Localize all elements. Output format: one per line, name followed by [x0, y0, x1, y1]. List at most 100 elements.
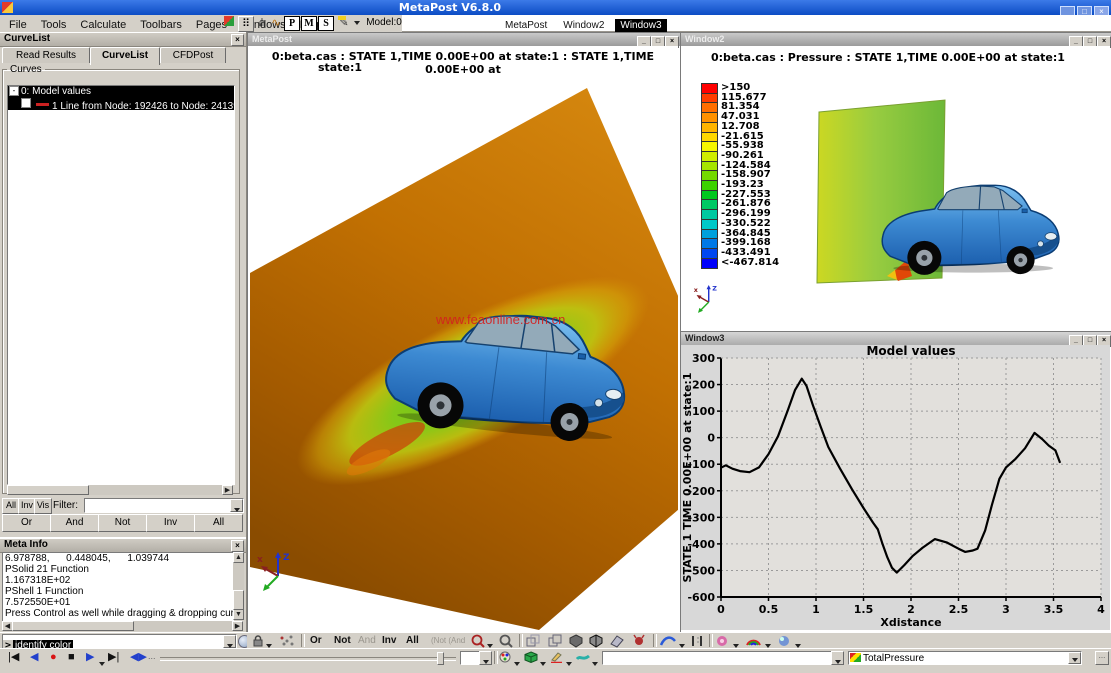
filter-vis-button[interactable]: Vis: [34, 498, 52, 514]
dropdown-arrow-icon[interactable]: [1068, 652, 1081, 664]
dropdown-arrow-icon[interactable]: [223, 635, 236, 648]
model-selector[interactable]: Model:0: [364, 16, 404, 30]
logic-and-button[interactable]: And: [50, 514, 99, 532]
selection-toolbar: OrNotAndInvAll (Not (And: [247, 632, 1111, 649]
spreadsheet-S-button[interactable]: S: [318, 16, 334, 31]
tree-hscrollbar[interactable]: ▶: [7, 485, 233, 495]
eraser-wave-icon[interactable]: [576, 651, 590, 663]
logic-or-button[interactable]: Or: [2, 514, 51, 532]
view-cube-wire-icon[interactable]: [525, 634, 541, 648]
stop-icon[interactable]: ■: [68, 650, 75, 664]
dropdown-arrow-icon[interactable]: [831, 651, 844, 665]
logic-not-button[interactable]: Not: [98, 514, 147, 532]
zoom-reset-icon[interactable]: [499, 634, 513, 648]
metainfo-vscrollbar[interactable]: ▲ ▼: [233, 552, 244, 620]
annotate-pen-icon[interactable]: ✎: [336, 16, 352, 30]
model-M-button[interactable]: M: [301, 16, 317, 31]
view-cube-hidden-icon[interactable]: [547, 634, 563, 648]
tab-curvelist[interactable]: CurveList: [90, 47, 160, 65]
window-tab-window2[interactable]: Window2: [558, 19, 609, 32]
spectrum-icon[interactable]: [745, 634, 762, 648]
curvelist-panel-title: CurveList: [4, 33, 50, 44]
dots-grid-icon[interactable]: ⠿: [238, 16, 254, 32]
metapost-viewport[interactable]: 0:beta.cas : STATE 1,TIME 0.00E+00 at st…: [248, 46, 678, 630]
step-icon[interactable]: ◀▶: [130, 650, 147, 664]
window2-viewport[interactable]: 0:beta.cas : Pressure : STATE 1,TIME 0.0…: [681, 46, 1110, 330]
iso-surface-icon[interactable]: [777, 634, 792, 648]
tree-item-curve[interactable]: 1 Line from Node: 192426 to Node: 241399…: [8, 98, 234, 110]
animation-deer-icon[interactable]: [631, 634, 647, 648]
probe-fork-icon[interactable]: ⋔: [256, 16, 268, 30]
pick-and-button[interactable]: And: [355, 634, 379, 647]
play-reverse-icon[interactable]: ◀: [30, 650, 38, 664]
wave-dropdown-icon[interactable]: [592, 655, 598, 673]
tab-read-results[interactable]: Read Results: [2, 47, 90, 63]
logic-all-button[interactable]: All: [194, 514, 243, 532]
fringe-plot-icon[interactable]: [715, 634, 730, 648]
filter-input[interactable]: [84, 498, 244, 513]
annotate-pencil-icon[interactable]: [550, 651, 563, 663]
record-icon[interactable]: ●: [50, 650, 57, 664]
metainfo-title: Meta Info: [4, 539, 48, 550]
scroll-right-icon[interactable]: ▶: [232, 621, 243, 631]
skip-end-icon[interactable]: ▶|: [108, 650, 119, 664]
pencil-dropdown-icon[interactable]: [566, 655, 572, 673]
palette-dropdown-icon[interactable]: [514, 655, 520, 673]
model-cube-icon[interactable]: [524, 651, 538, 663]
color-palette-icon[interactable]: [499, 651, 512, 663]
annotate-dropdown-icon[interactable]: [353, 16, 361, 30]
pick-inv-button[interactable]: Inv: [379, 634, 399, 647]
lock-icon[interactable]: [252, 635, 264, 647]
dropdown-arrow-icon[interactable]: [479, 651, 492, 665]
shaded-edges-view-icon[interactable]: [589, 634, 603, 648]
window3-titlebar[interactable]: Window3 _□×: [681, 332, 1111, 345]
axis-options-icon[interactable]: [691, 634, 703, 648]
identify-points-icon[interactable]: [279, 635, 295, 647]
scroll-up-icon[interactable]: ▲: [233, 552, 244, 563]
window-tab-metapost[interactable]: MetaPost: [500, 19, 552, 32]
cube-dropdown-icon[interactable]: [540, 655, 546, 673]
cutting-plane-icon[interactable]: [609, 634, 625, 648]
window2-titlebar[interactable]: Window2 _□×: [681, 33, 1111, 46]
svg-text:Model values: Model values: [866, 345, 955, 358]
plot-P-button[interactable]: P: [284, 16, 300, 31]
logic-inv-button[interactable]: Inv: [146, 514, 195, 532]
result-selector[interactable]: TotalPressure: [848, 651, 1082, 665]
metainfo-hscrollbar[interactable]: ◀ ▶: [2, 621, 243, 631]
frame-slider-track[interactable]: [160, 657, 456, 661]
pick-or-button[interactable]: Or: [307, 634, 325, 647]
scrollbar-thumb[interactable]: [7, 485, 89, 495]
tab-cfdpost[interactable]: CFDPost: [160, 47, 226, 63]
scroll-right-icon[interactable]: ▶: [222, 485, 233, 495]
menu-calculate[interactable]: Calculate: [73, 17, 133, 33]
curve-tool-icon[interactable]: [659, 634, 677, 648]
menu-tools[interactable]: Tools: [34, 17, 74, 33]
menu-toolbars[interactable]: Toolbars: [133, 17, 189, 33]
skip-start-icon[interactable]: |◀: [8, 650, 19, 664]
zoom-area-icon[interactable]: [471, 634, 485, 648]
close-icon[interactable]: ×: [231, 34, 244, 46]
status-text-field[interactable]: [602, 651, 832, 665]
frame-slider-handle[interactable]: [437, 652, 444, 665]
dropdown-arrow-icon[interactable]: [230, 499, 243, 512]
play-dropdown-icon[interactable]: [99, 655, 105, 673]
play-icon[interactable]: ▶: [86, 650, 94, 664]
frame-number-input[interactable]: [460, 651, 480, 665]
menu-file[interactable]: File: [2, 17, 34, 33]
pick-not-button[interactable]: Not: [331, 634, 354, 647]
chart-area[interactable]: 00.511.522.533.543002001000-100-200-300-…: [681, 345, 1110, 630]
window-tab-window3[interactable]: Window3: [615, 19, 666, 32]
scrollbar-thumb[interactable]: [233, 590, 244, 610]
more-options-button[interactable]: ...: [1095, 651, 1109, 665]
scrollbar-thumb[interactable]: [12, 621, 134, 631]
metapost-window-titlebar[interactable]: MetaPost _□×: [248, 33, 680, 46]
scroll-down-icon[interactable]: ▼: [233, 609, 244, 620]
command-input[interactable]: >identify color: [2, 634, 237, 649]
lasso-icon[interactable]: ∿: [270, 16, 282, 30]
tree-item-model-values[interactable]: -0: Model values: [8, 86, 234, 98]
pick-all-button[interactable]: All: [403, 634, 422, 647]
close-icon[interactable]: ×: [231, 540, 244, 552]
shaded-view-icon[interactable]: [569, 634, 583, 648]
tree-expander-icon[interactable]: -: [9, 86, 19, 96]
svg-text:Z: Z: [283, 553, 290, 563]
